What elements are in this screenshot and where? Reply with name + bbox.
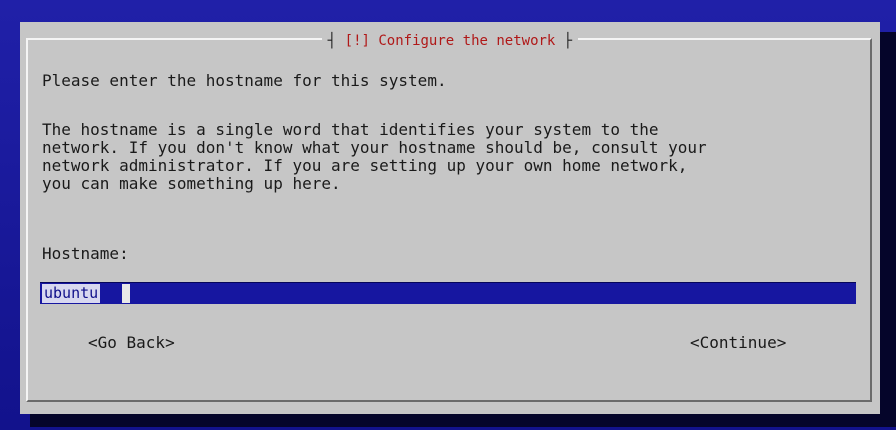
continue-button[interactable]: <Continue> [690,334,786,352]
text-cursor [122,284,130,303]
configure-network-dialog: ┤ [!] Configure the network ├ Please ent… [20,22,880,414]
hostname-input[interactable]: ubuntu [40,282,856,304]
hostname-input-value: ubuntu [42,284,101,303]
hostname-label: Hostname: [42,244,129,263]
go-back-button[interactable]: <Go Back> [88,334,175,352]
hostname-prompt: Please enter the hostname for this syste… [42,71,447,90]
hostname-description: The hostname is a single word that ident… [42,120,707,193]
